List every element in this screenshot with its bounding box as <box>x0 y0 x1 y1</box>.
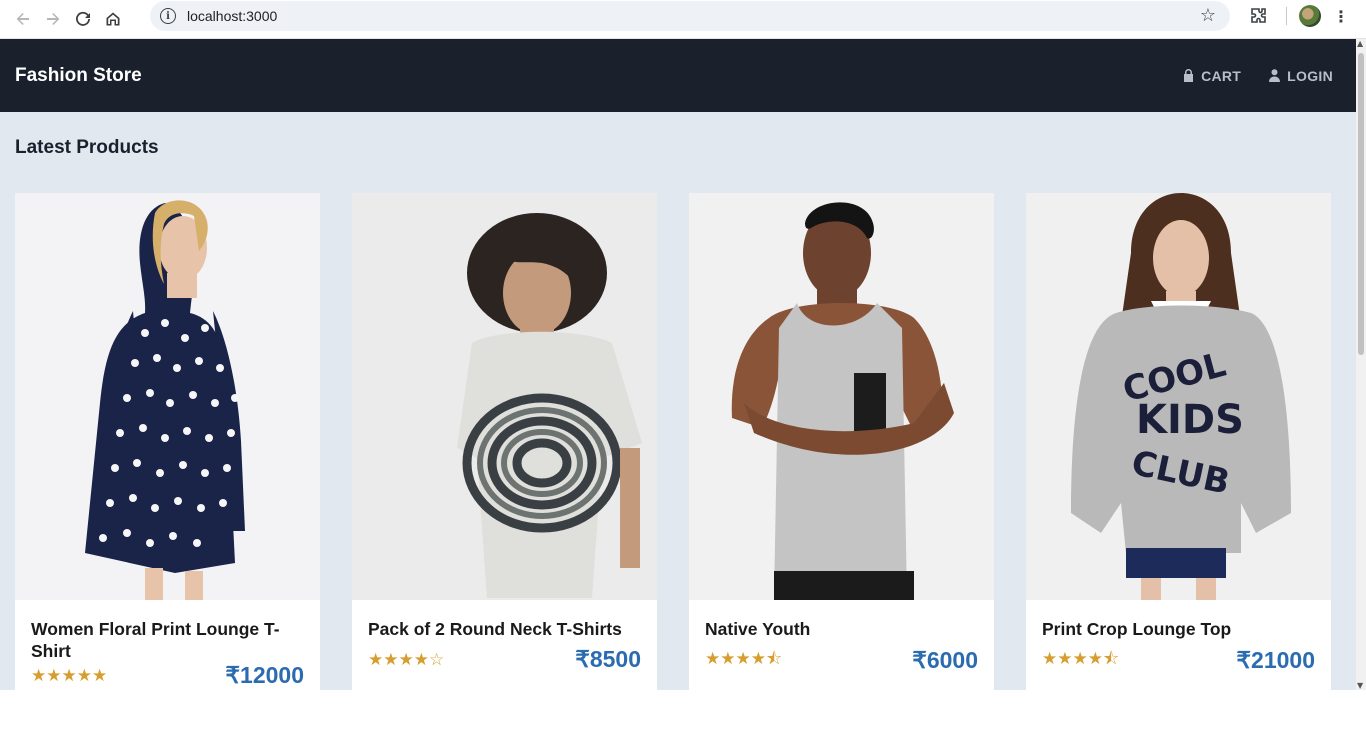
cart-lock-icon <box>1184 69 1194 82</box>
page-scrollbar[interactable]: ▲ ▼ <box>1356 39 1366 690</box>
app-header: Fashion Store CART LOGIN <box>0 39 1356 112</box>
product-image[interactable] <box>352 193 657 600</box>
extensions-icon[interactable] <box>1246 3 1272 29</box>
product-price: ₹12000 <box>225 662 304 688</box>
product-card[interactable]: Women Floral Print Lounge T-Shirt ★★★★★ … <box>15 193 320 690</box>
menu-kebab-icon[interactable]: ⋮ <box>1333 7 1349 26</box>
product-title[interactable]: Native Youth <box>705 618 978 648</box>
scroll-down-icon[interactable]: ▼ <box>1357 681 1363 690</box>
rating-stars: ★★★★⯪ <box>705 649 783 669</box>
login-link[interactable]: LOGIN <box>1269 68 1333 84</box>
user-icon <box>1269 69 1281 82</box>
home-icon[interactable] <box>98 5 128 33</box>
product-image[interactable] <box>15 193 320 600</box>
product-card[interactable]: Native Youth ★★★★⯪ ₹6000 <box>689 193 994 690</box>
rating-stars: ★★★★☆ <box>368 649 445 670</box>
product-price: ₹21000 <box>1236 647 1315 673</box>
product-grid: Women Floral Print Lounge T-Shirt ★★★★★ … <box>15 193 1331 690</box>
page-viewport: Fashion Store CART LOGIN Latest Products <box>0 39 1366 690</box>
browser-toolbar: i localhost:3000 ☆ ⋮ <box>0 0 1366 39</box>
forward-icon[interactable] <box>38 5 68 33</box>
product-title[interactable]: Pack of 2 Round Neck T-Shirts <box>368 618 641 648</box>
product-image[interactable]: COOL KIDS CLUB <box>1026 193 1331 600</box>
back-icon[interactable] <box>8 5 38 33</box>
rating-stars: ★★★★★ <box>31 665 108 686</box>
bookmark-star-icon[interactable]: ☆ <box>1200 5 1216 26</box>
section-title: Latest Products <box>15 137 159 158</box>
profile-avatar[interactable] <box>1299 5 1321 27</box>
site-info-icon[interactable]: i <box>160 8 176 24</box>
address-bar[interactable]: i localhost:3000 ☆ <box>150 1 1230 31</box>
brand-logo[interactable]: Fashion Store <box>15 65 142 87</box>
product-image[interactable] <box>689 193 994 600</box>
login-label: LOGIN <box>1287 67 1333 84</box>
toolbar-divider <box>1286 7 1287 25</box>
product-price: ₹8500 <box>575 646 641 672</box>
cart-link[interactable]: CART <box>1183 68 1241 84</box>
header-nav: CART LOGIN <box>1183 68 1333 84</box>
svg-text:KIDS: KIDS <box>1136 397 1244 443</box>
scrollbar-thumb[interactable] <box>1358 53 1364 355</box>
scroll-up-icon[interactable]: ▲ <box>1357 39 1363 48</box>
url-text: localhost:3000 <box>187 8 278 24</box>
rating-stars: ★★★★⯪ <box>1042 649 1120 669</box>
product-title[interactable]: Women Floral Print Lounge T-Shirt <box>31 618 304 662</box>
product-card[interactable]: Pack of 2 Round Neck T-Shirts ★★★★☆ ₹850… <box>352 193 657 690</box>
product-price: ₹6000 <box>912 647 978 673</box>
reload-icon[interactable] <box>68 5 98 33</box>
product-title[interactable]: Print Crop Lounge Top <box>1042 618 1315 648</box>
product-card[interactable]: COOL KIDS CLUB Print Crop Lounge Top ★★★… <box>1026 193 1331 690</box>
cart-label: CART <box>1201 67 1242 84</box>
